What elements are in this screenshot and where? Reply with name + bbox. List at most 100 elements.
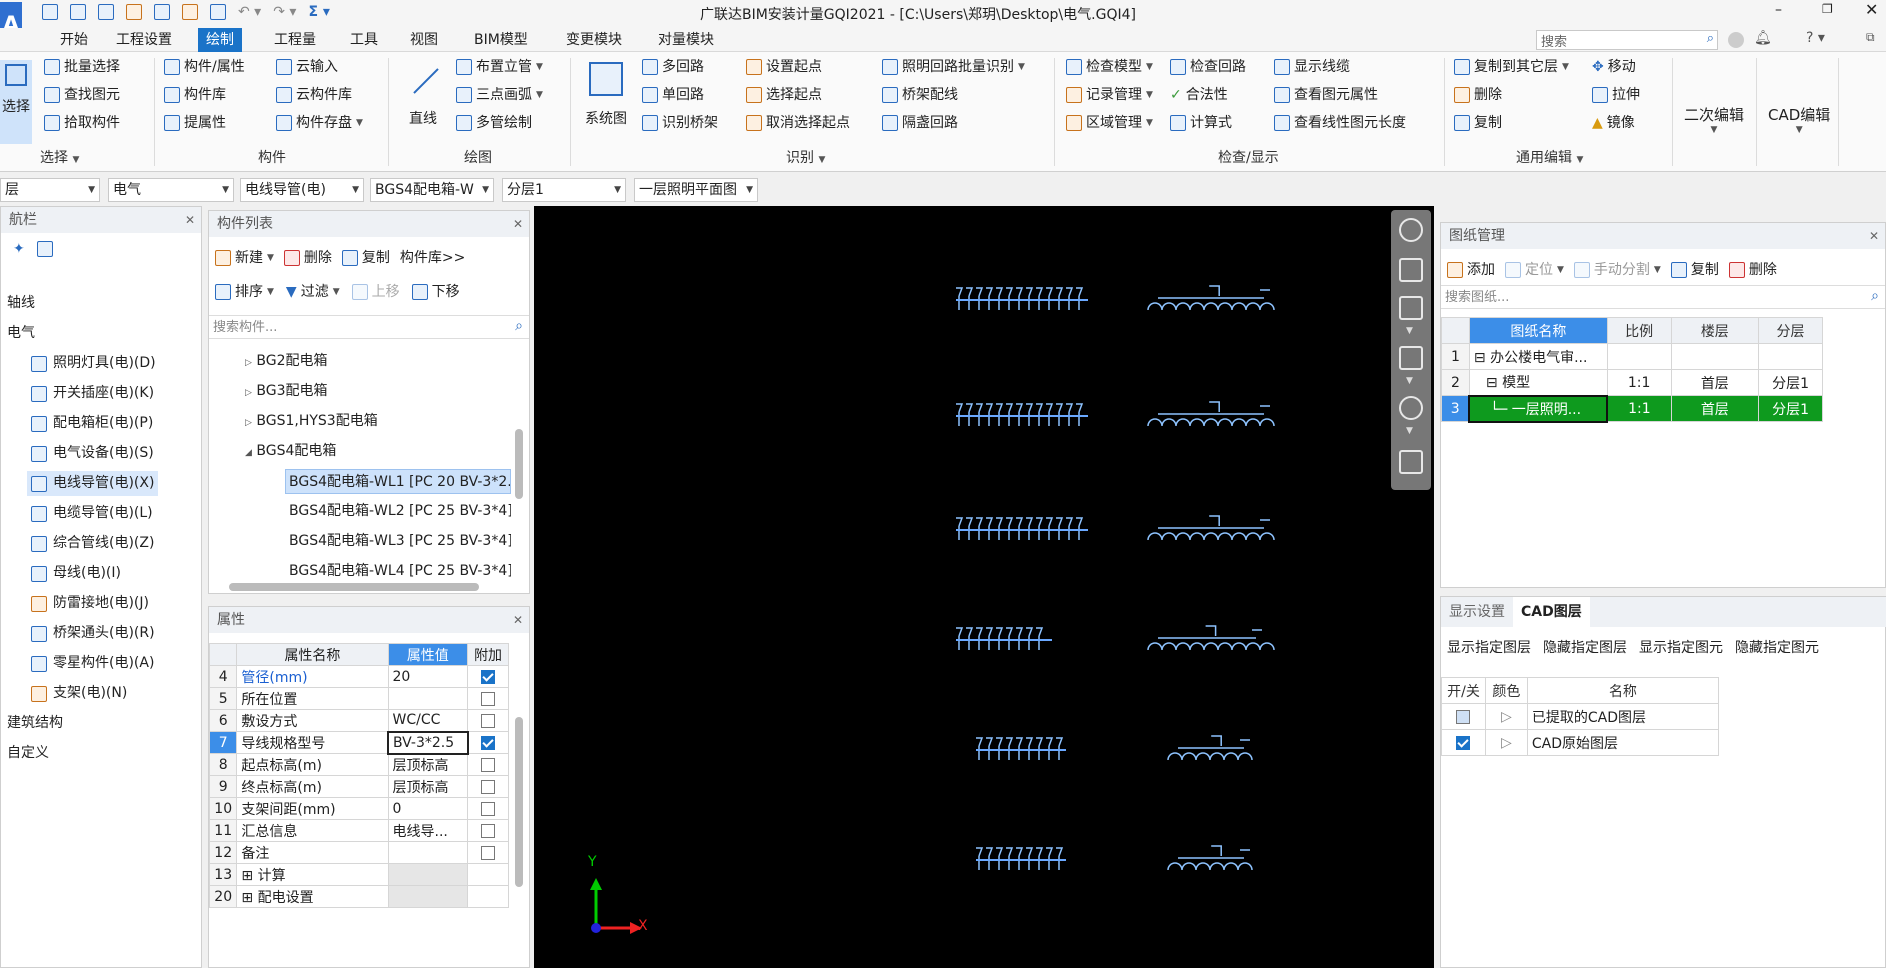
- tray-wiring-button[interactable]: 桥架配线: [882, 84, 958, 106]
- tree-leaf[interactable]: BGS4配电箱-WL3 [PC 25 BV-3*4]: [289, 529, 511, 554]
- record-mgmt-button[interactable]: 记录管理 ▼: [1066, 84, 1153, 106]
- table-row[interactable]: 10 支架间距(mm) 0: [208, 797, 509, 820]
- property-value[interactable]: 层顶标高: [387, 775, 469, 798]
- formula-button[interactable]: 计算式: [1170, 112, 1232, 134]
- table-row-selected[interactable]: 3 └─ 一层照明... 1:1 首层 分层1: [1441, 394, 1823, 423]
- nav-item-combined-pipe[interactable]: 综合管线(电)(Z): [31, 531, 154, 556]
- attach-checkbox[interactable]: [481, 823, 496, 838]
- table-row[interactable]: 20 ⊞ 配电设置: [208, 885, 509, 908]
- show-cable-button[interactable]: 显示线缆: [1274, 56, 1350, 78]
- attach-checkbox[interactable]: [481, 713, 496, 728]
- view-3d-icon[interactable]: [1399, 258, 1423, 282]
- user-avatar-icon[interactable]: [1728, 32, 1744, 48]
- property-value[interactable]: BV-3*2.5: [387, 730, 469, 755]
- nav-item-switch-socket[interactable]: 开关插座(电)(K): [31, 381, 154, 406]
- property-value[interactable]: 电线导...: [387, 819, 469, 842]
- table-row[interactable]: 4 管径(mm) 20: [208, 665, 509, 688]
- rotate-icon[interactable]: [1399, 396, 1423, 420]
- property-value[interactable]: [387, 687, 469, 710]
- nav-item-support[interactable]: 支架(电)(N): [31, 681, 127, 706]
- mirror-button[interactable]: ▲ 镜像: [1592, 112, 1635, 134]
- nav-item-electric[interactable]: 电气: [7, 321, 35, 346]
- copy-button[interactable]: 复制: [1454, 112, 1502, 134]
- view-linear-length-button[interactable]: 查看线性图元长度: [1274, 112, 1406, 134]
- property-value[interactable]: 0: [387, 797, 469, 820]
- attach-checkbox[interactable]: [481, 735, 496, 750]
- lamp-circuit-button[interactable]: 隔盏回路: [882, 112, 958, 134]
- nav-item-lighting[interactable]: 照明灯具(电)(D): [31, 351, 156, 376]
- table-row[interactable]: 5 所在位置: [208, 687, 509, 710]
- table-row[interactable]: 2 ⊟ 模型 1:1 首层 分层1: [1441, 369, 1823, 396]
- minimize-button[interactable]: –: [1775, 2, 1782, 18]
- horizontal-scrollbar[interactable]: [229, 583, 479, 591]
- save-icon[interactable]: [98, 4, 114, 20]
- property-value[interactable]: WC/CC: [387, 709, 469, 732]
- delete-drawing-button[interactable]: 删除: [1728, 259, 1777, 281]
- tab-bim-model[interactable]: BIM模型: [466, 28, 536, 52]
- export-icon[interactable]: [126, 4, 142, 20]
- batch-select-button[interactable]: 批量选择: [44, 56, 120, 78]
- collapse-icon[interactable]: ⊟: [1474, 350, 1486, 366]
- rec-group-label[interactable]: 识别 ▼: [786, 148, 825, 168]
- show-element-button[interactable]: 显示指定图元: [1639, 637, 1723, 657]
- pick-component-button[interactable]: 拾取构件: [44, 112, 120, 134]
- layer-toggle-checkbox[interactable]: [1456, 709, 1471, 724]
- stretch-button[interactable]: 拉伸: [1592, 84, 1640, 106]
- tab-reconcile-module[interactable]: 对量模块: [650, 28, 722, 52]
- nav-item-axis[interactable]: 轴线: [7, 291, 35, 316]
- attach-checkbox[interactable]: [481, 845, 496, 860]
- tab-start[interactable]: 开始: [52, 28, 96, 52]
- specialty-select[interactable]: 电气 ▼: [108, 178, 234, 202]
- tree-node[interactable]: ◢ BGS4配电箱: [245, 439, 336, 464]
- tree-leaf-selected[interactable]: BGS4配电箱-WL1 [PC 20 BV-3*2.5]: [285, 469, 511, 494]
- table-row[interactable]: 12 备注: [208, 841, 509, 864]
- bell-icon[interactable]: 🔔︎: [1754, 30, 1772, 46]
- manual-split-button[interactable]: 手动分割 ▼: [1573, 259, 1661, 281]
- orbit-icon[interactable]: [1399, 218, 1423, 242]
- copy-to-layer-button[interactable]: 复制到其它层 ▼: [1454, 56, 1569, 78]
- delete-button[interactable]: 删除: [1454, 84, 1502, 106]
- close-icon[interactable]: ✕: [513, 607, 523, 633]
- recognize-tray-button[interactable]: 识别桥架: [642, 112, 718, 134]
- split-icon[interactable]: [210, 4, 226, 20]
- collapse-icon[interactable]: ⊟: [1486, 375, 1498, 391]
- nav-item-misc[interactable]: 零星构件(电)(A): [31, 651, 154, 676]
- layer-toggle-checkbox[interactable]: [1456, 735, 1471, 750]
- comp-save-button[interactable]: 构件存盘 ▼: [276, 112, 363, 134]
- report-icon[interactable]: [154, 4, 170, 20]
- batch-lighting-button[interactable]: 照明回路批量识别 ▼: [882, 56, 1025, 78]
- tree-node[interactable]: ▷ BGS1,HYS3配电箱: [245, 409, 378, 434]
- comp-library-button[interactable]: 构件库: [164, 84, 226, 106]
- find-element-button[interactable]: 查找图元: [44, 84, 120, 106]
- place-riser-button[interactable]: 布置立管 ▼: [456, 56, 543, 78]
- attach-checkbox[interactable]: [481, 779, 496, 794]
- view-element-props-button[interactable]: 查看图元属性: [1274, 84, 1378, 106]
- search-box[interactable]: 搜索 ⌕: [1536, 30, 1718, 50]
- property-value[interactable]: 20: [387, 665, 469, 688]
- component-search[interactable]: 搜索构件... ⌕: [209, 315, 529, 339]
- undo-icon[interactable]: ↶ ▾: [238, 4, 261, 20]
- expand-icon[interactable]: ▷: [1484, 703, 1528, 730]
- multi-circuit-button[interactable]: 多回路: [642, 56, 704, 78]
- grid-settings-icon[interactable]: [1399, 450, 1423, 474]
- tab-display-settings[interactable]: 显示设置: [1441, 597, 1513, 627]
- nav-item-custom[interactable]: 自定义: [7, 741, 49, 766]
- tree-node[interactable]: ▷ BG2配电箱: [245, 349, 328, 374]
- table-row[interactable]: 8 起点标高(m) 层顶标高: [208, 753, 509, 776]
- property-value[interactable]: [387, 863, 469, 886]
- edit-group-label[interactable]: 通用编辑 ▼: [1516, 148, 1583, 168]
- nav-item-distribution-box[interactable]: 配电箱柜(电)(P): [31, 411, 153, 436]
- nav-item-cable-conduit[interactable]: 电缆导管(电)(L): [31, 501, 153, 526]
- select-start-button[interactable]: 选择起点: [746, 84, 822, 106]
- vertical-scrollbar[interactable]: [515, 429, 523, 499]
- drawing-select[interactable]: 一层照明平面图 ▼: [634, 178, 758, 202]
- tab-tools[interactable]: 工具: [342, 28, 386, 52]
- tab-quantity[interactable]: 工程量: [266, 28, 324, 52]
- validity-button[interactable]: ✓ 合法性: [1170, 84, 1228, 106]
- property-value[interactable]: [387, 885, 469, 908]
- add-icon[interactable]: ✦: [13, 241, 25, 257]
- locate-button[interactable]: 定位 ▼: [1505, 259, 1564, 281]
- chevron-down-icon[interactable]: ▼: [1406, 376, 1413, 386]
- single-circuit-button[interactable]: 单回路: [642, 84, 704, 106]
- move-down-button[interactable]: 下移: [411, 281, 460, 303]
